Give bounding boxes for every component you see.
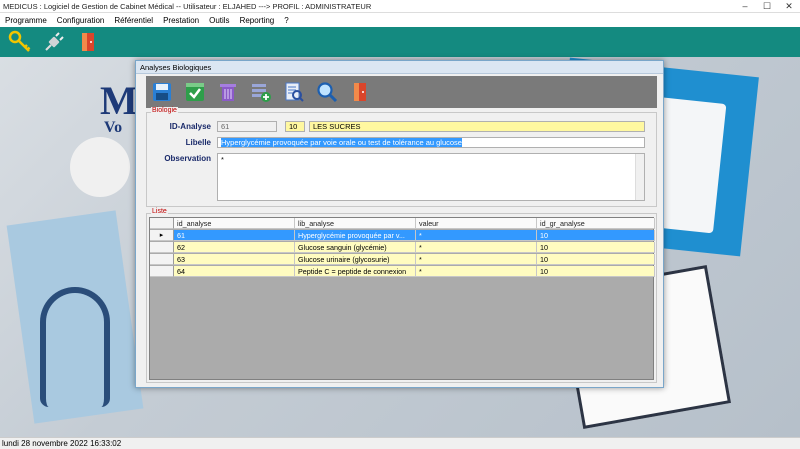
table-row[interactable]: 62 Glucose sanguin (glycémie) * 10 — [150, 242, 655, 253]
table-cell[interactable]: Glucose sanguin (glycémie) — [295, 242, 416, 253]
libelle-field[interactable]: Hyperglycémie provoquée par voie orale o… — [217, 137, 645, 148]
table-cell[interactable]: 10 — [537, 242, 655, 253]
row-header — [150, 242, 174, 253]
menu-configuration[interactable]: Configuration — [52, 16, 110, 25]
exit-door-icon[interactable] — [76, 30, 100, 54]
row-header — [150, 266, 174, 277]
analyses-dialog: Analyses Biologiques Biologie ID-Analyse… — [135, 60, 664, 388]
table-cell[interactable]: 10 — [537, 266, 655, 277]
biologie-group-label: Biologie — [151, 107, 178, 114]
maximize-icon[interactable]: ☐ — [756, 0, 778, 13]
column-header[interactable]: valeur — [416, 218, 537, 229]
table-cell[interactable]: * — [416, 230, 537, 241]
search-icon[interactable] — [315, 80, 339, 104]
plug-icon[interactable] — [42, 30, 66, 54]
observation-value: * — [221, 155, 224, 164]
observation-scrollbar[interactable] — [635, 154, 644, 200]
minimize-icon[interactable]: – — [734, 0, 756, 13]
id-analyse-field[interactable]: 61 — [217, 121, 277, 132]
menu-bar: Programme Configuration Référentiel Pres… — [0, 13, 800, 27]
main-toolbar — [0, 27, 800, 57]
table-row[interactable]: 64 Peptide C = peptide de connexion * 10 — [150, 266, 655, 277]
stethoscope-decoration — [40, 287, 110, 407]
background-logo: M — [100, 78, 138, 123]
close-icon[interactable]: ✕ — [778, 0, 800, 13]
status-bar: lundi 28 novembre 2022 16:33:02 — [0, 437, 800, 449]
analyses-table: id_analyse lib_analyse valeur id_gr_anal… — [149, 217, 655, 380]
status-datetime: lundi 28 novembre 2022 16:33:02 — [2, 439, 122, 448]
table-cell[interactable]: 10 — [537, 230, 655, 241]
table-row[interactable]: 63 Glucose urinaire (glycosurie) * 10 — [150, 254, 655, 265]
table-cell[interactable]: Peptide C = peptide de connexion — [295, 266, 416, 277]
key-icon[interactable] — [8, 30, 32, 54]
table-cell[interactable]: 63 — [174, 254, 295, 265]
window-controls: – ☐ ✕ — [734, 0, 800, 13]
background-logo-subtitle: Vo — [104, 119, 123, 136]
libelle-value: Hyperglycémie provoquée par voie orale o… — [221, 138, 462, 147]
menu-prestation[interactable]: Prestation — [158, 16, 204, 25]
biologie-group: Biologie ID-Analyse 61 10 LES SUCRES Lib… — [146, 107, 657, 207]
column-header[interactable]: lib_analyse — [295, 218, 416, 229]
table-cell[interactable]: 62 — [174, 242, 295, 253]
menu-help[interactable]: ? — [279, 16, 293, 25]
document-preview-icon[interactable] — [282, 80, 306, 104]
table-cell[interactable]: Glucose urinaire (glycosurie) — [295, 254, 416, 265]
table-cell[interactable]: * — [416, 254, 537, 265]
table-cell[interactable]: * — [416, 266, 537, 277]
table-cell[interactable]: 10 — [537, 254, 655, 265]
row-header — [150, 254, 174, 265]
dialog-toolbar — [146, 76, 657, 108]
add-row-icon[interactable] — [249, 80, 273, 104]
menu-programme[interactable]: Programme — [0, 16, 52, 25]
table-header: id_analyse lib_analyse valeur id_gr_anal… — [150, 218, 655, 229]
menu-referentiel[interactable]: Référentiel — [109, 16, 158, 25]
table-cell[interactable]: 61 — [174, 230, 295, 241]
exit-door-icon[interactable] — [348, 80, 372, 104]
id-analyse-label: ID-Analyse — [169, 122, 211, 131]
save-icon[interactable] — [150, 80, 174, 104]
observation-label: Observation — [164, 154, 211, 163]
group-name-field[interactable]: LES SUCRES — [309, 121, 645, 132]
validate-icon[interactable] — [183, 80, 207, 104]
table-cell[interactable]: 64 — [174, 266, 295, 277]
pen-cup-decoration — [70, 137, 130, 197]
menu-outils[interactable]: Outils — [204, 16, 234, 25]
observation-field[interactable]: * — [217, 153, 645, 201]
libelle-label: Libelle — [185, 138, 211, 147]
dialog-title: Analyses Biologiques — [136, 61, 663, 74]
column-header[interactable]: id_analyse — [174, 218, 295, 229]
window-titlebar: MEDICUS : Logiciel de Gestion de Cabinet… — [0, 0, 800, 13]
delete-icon[interactable] — [216, 80, 240, 104]
liste-group: Liste id_analyse lib_analyse valeur id_g… — [146, 208, 657, 383]
group-id-field[interactable]: 10 — [285, 121, 305, 132]
liste-group-label: Liste — [151, 208, 168, 215]
menu-reporting[interactable]: Reporting — [235, 16, 280, 25]
row-indicator-icon: ▸ — [150, 230, 174, 241]
window-title: MEDICUS : Logiciel de Gestion de Cabinet… — [3, 1, 372, 11]
table-cell[interactable]: Hyperglycémie provoquée par v... — [295, 230, 416, 241]
row-header-corner — [150, 218, 174, 229]
table-cell[interactable]: * — [416, 242, 537, 253]
table-row[interactable]: ▸ 61 Hyperglycémie provoquée par v... * … — [150, 230, 655, 241]
column-header[interactable]: id_gr_analyse — [537, 218, 655, 229]
